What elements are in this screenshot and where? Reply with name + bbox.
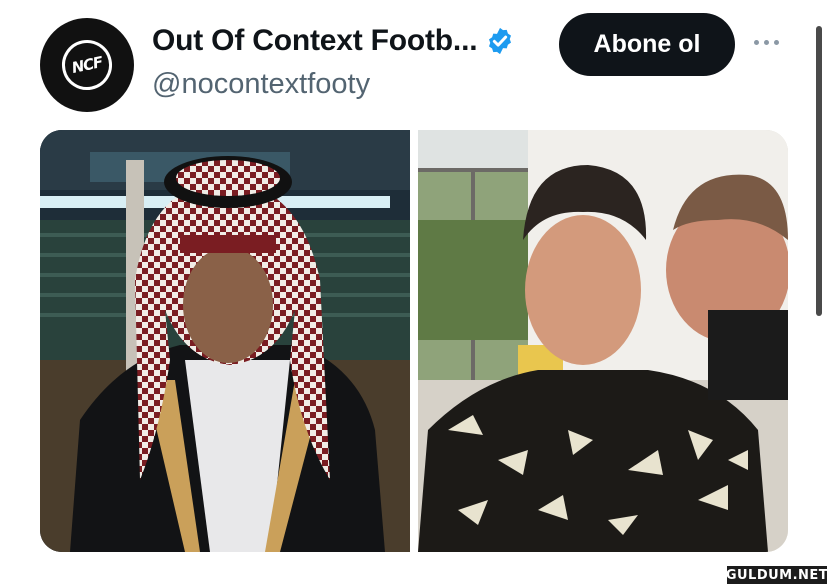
player-being-kissed-on-cheek-photo — [418, 130, 788, 552]
player-in-saudi-headdress-photo — [40, 130, 410, 552]
watermark-label: GULDUM.NET — [725, 566, 828, 584]
more-options-icon[interactable] — [754, 32, 786, 52]
page-scrollbar[interactable] — [816, 26, 822, 316]
more-dot — [754, 39, 759, 45]
profile-avatar[interactable]: NCF — [40, 18, 134, 112]
media-image-right[interactable] — [418, 130, 788, 552]
tweet-media-grid — [40, 130, 788, 552]
display-name[interactable]: Out Of Context Footb... — [152, 24, 478, 58]
more-dot — [774, 39, 779, 45]
ncf-logo: NCF — [57, 35, 117, 95]
more-dot — [764, 39, 769, 45]
media-image-left[interactable] — [40, 130, 410, 552]
account-name-row: Out Of Context Footb... — [152, 24, 515, 58]
account-handle[interactable]: @nocontextfooty — [152, 68, 370, 101]
verified-badge-icon — [489, 27, 512, 55]
subscribe-button[interactable]: Abone ol — [559, 13, 735, 76]
avatar-logo-text: NCF — [70, 52, 104, 78]
